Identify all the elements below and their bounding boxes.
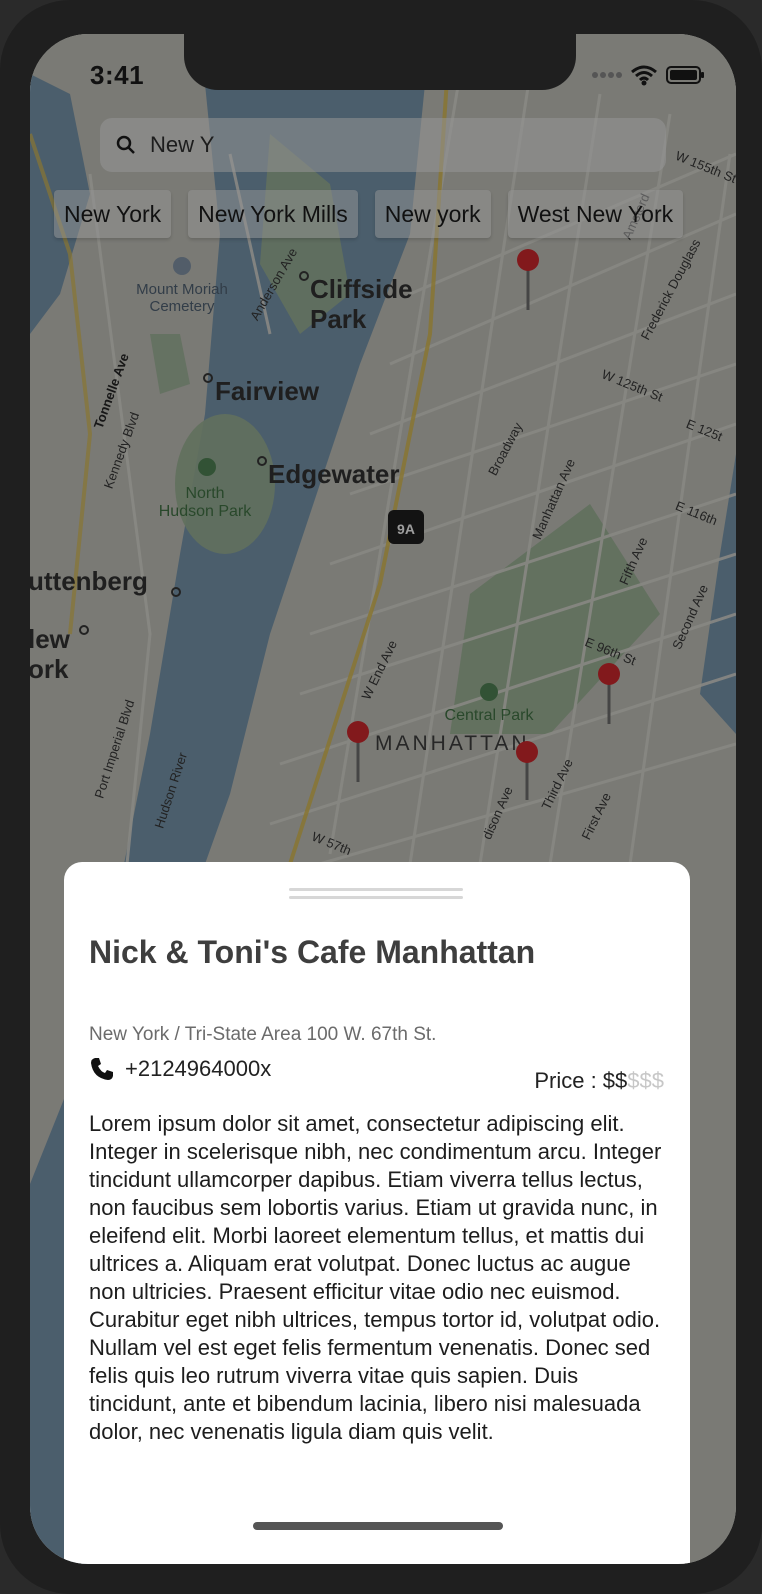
home-indicator[interactable]: [253, 1522, 503, 1530]
place-title: Nick & Toni's Cafe Manhattan: [89, 934, 536, 970]
status-time: 3:41: [90, 60, 145, 90]
sheet-grabber[interactable]: [289, 888, 463, 902]
phone-link[interactable]: +2124964000x: [89, 1056, 271, 1082]
search-bar[interactable]: [100, 118, 666, 172]
screen: 9A Cliffside Park Fairview Edgewater utte…: [30, 34, 736, 1564]
search-icon: [116, 135, 135, 154]
device-frame: 9A Cliffside Park Fairview Edgewater utte…: [0, 0, 762, 1594]
suggestion-chip[interactable]: New York Mills: [188, 190, 358, 238]
battery-icon: [666, 66, 704, 84]
place-description: Lorem ipsum dolor sit amet, consectetur …: [89, 1111, 662, 1444]
search-input[interactable]: [148, 131, 632, 159]
suggestion-chip[interactable]: West New York: [507, 190, 684, 238]
price-rating: Price : $$$$$: [534, 1068, 664, 1094]
notch: [184, 34, 576, 90]
phone-icon: [91, 1058, 113, 1080]
price-active: $$: [602, 1068, 628, 1093]
price-label: Price :: [534, 1068, 603, 1093]
status-icons: [592, 64, 706, 86]
wifi-icon: [631, 65, 657, 86]
suggestion-chip[interactable]: New york: [374, 190, 491, 238]
phone-number: +2124964000x: [125, 1056, 272, 1081]
place-address: New York / Tri-State Area 100 W. 67th St…: [89, 1024, 437, 1045]
price-inactive: $$$: [627, 1068, 664, 1093]
signal-icon: [592, 72, 622, 78]
suggestion-chip[interactable]: New York: [54, 190, 172, 238]
detail-sheet: Nick & Toni's Cafe Manhattan New York / …: [64, 862, 690, 1564]
suggestion-chips: New York New York Mills New york West Ne…: [54, 190, 684, 238]
